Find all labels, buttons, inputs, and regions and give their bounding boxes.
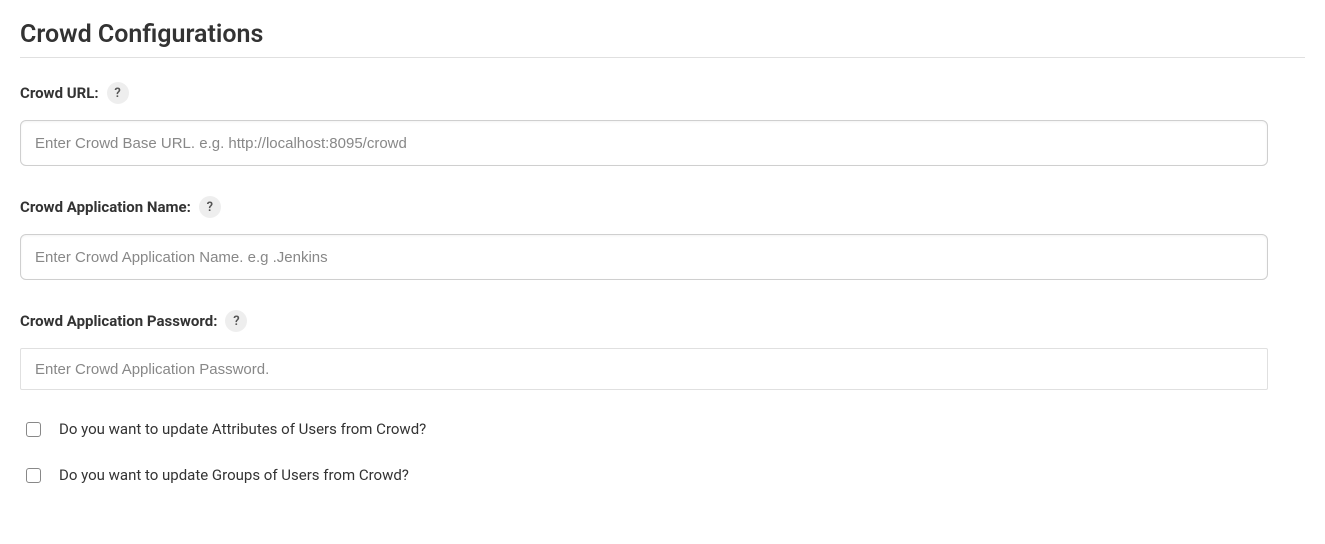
update-groups-label[interactable]: Do you want to update Groups of Users fr… — [59, 466, 409, 484]
update-attributes-label[interactable]: Do you want to update Attributes of User… — [59, 420, 426, 438]
crowd-app-password-label: Crowd Application Password: — [20, 312, 217, 330]
crowd-url-input[interactable] — [20, 120, 1268, 166]
update-groups-row: Do you want to update Groups of Users fr… — [20, 466, 1305, 484]
crowd-app-password-label-row: Crowd Application Password: ? — [20, 310, 1305, 332]
crowd-app-password-field-group: Crowd Application Password: ? — [20, 310, 1305, 390]
update-groups-checkbox[interactable] — [26, 468, 41, 483]
crowd-app-name-label-row: Crowd Application Name: ? — [20, 196, 1305, 218]
crowd-url-label: Crowd URL: — [20, 84, 99, 102]
update-attributes-row: Do you want to update Attributes of User… — [20, 420, 1305, 438]
help-icon[interactable]: ? — [199, 196, 221, 218]
help-icon[interactable]: ? — [107, 82, 129, 104]
crowd-app-name-input[interactable] — [20, 234, 1268, 280]
crowd-app-name-label: Crowd Application Name: — [20, 198, 191, 216]
crowd-app-password-input[interactable] — [20, 348, 1268, 390]
help-icon[interactable]: ? — [225, 310, 247, 332]
page-title: Crowd Configurations — [20, 20, 1305, 58]
crowd-app-name-field-group: Crowd Application Name: ? — [20, 196, 1305, 280]
crowd-url-label-row: Crowd URL: ? — [20, 82, 1305, 104]
update-attributes-checkbox[interactable] — [26, 422, 41, 437]
crowd-url-field-group: Crowd URL: ? — [20, 82, 1305, 166]
